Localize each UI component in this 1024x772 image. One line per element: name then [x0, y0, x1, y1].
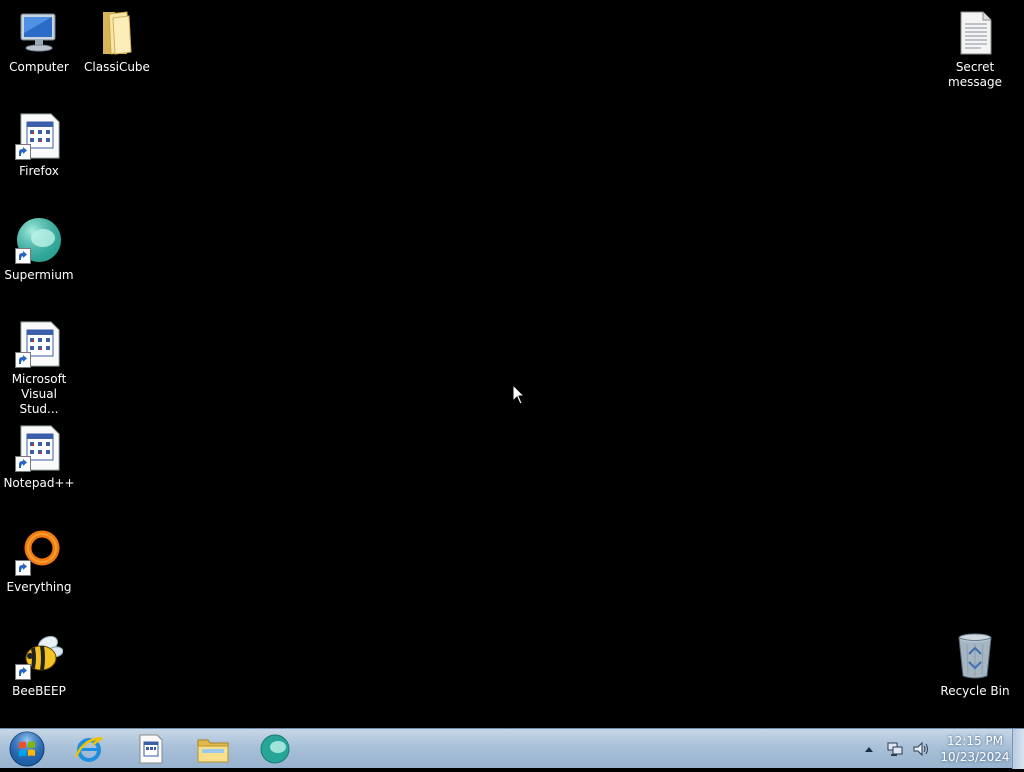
network-tray-button[interactable]: [886, 740, 904, 758]
show-hidden-icons-button[interactable]: [860, 740, 878, 758]
visual-studio-desktop-icon[interactable]: Microsoft Visual Stud...: [1, 320, 77, 417]
application-window-icon: [15, 112, 63, 160]
icon-label: BeeBEEP: [12, 684, 66, 698]
secret-message-desktop-icon[interactable]: Secret message: [937, 8, 1013, 90]
icon-label: Everything: [6, 580, 72, 594]
speaker-icon: [913, 741, 928, 757]
application-window-icon: [139, 734, 163, 764]
icon-label: ClassiCube: [84, 60, 150, 74]
clock-time: 12:15 PM: [947, 734, 1003, 748]
supermium-icon: [15, 216, 63, 264]
supermium-desktop-icon[interactable]: Supermium: [1, 216, 77, 283]
start-button[interactable]: [6, 730, 48, 768]
internet-explorer-icon: [74, 736, 103, 762]
network-icon: [887, 742, 903, 756]
desktop[interactable]: Computer ClassiCube Secret message Firef…: [0, 0, 1024, 728]
system-tray: 12:15 PM 10/23/2024: [856, 729, 1010, 769]
icon-label: Recycle Bin: [940, 684, 1010, 698]
recycle-bin-icon: [951, 632, 999, 680]
taskbar-clock[interactable]: 12:15 PM 10/23/2024: [940, 733, 1010, 765]
taskbar-supermium[interactable]: [248, 731, 302, 767]
application-window-icon: [15, 320, 63, 368]
windows-logo-icon: [9, 731, 45, 767]
icon-label: Computer: [9, 60, 69, 74]
everything-search-icon: [15, 528, 63, 576]
taskbar-internet-explorer[interactable]: [62, 731, 116, 767]
icon-label: Microsoft Visual Stud...: [11, 372, 67, 416]
icon-label: Supermium: [4, 268, 74, 282]
shortcut-arrow-icon: [15, 664, 31, 680]
chevron-up-icon: [865, 747, 873, 752]
icon-label: Firefox: [19, 164, 59, 178]
computer-desktop-icon[interactable]: Computer: [1, 8, 77, 75]
everything-desktop-icon[interactable]: Everything: [1, 528, 77, 595]
folder-icon: [93, 8, 141, 56]
classicube-desktop-icon[interactable]: ClassiCube: [79, 8, 155, 75]
text-document-icon: [951, 8, 999, 56]
taskbar: 12:15 PM 10/23/2024: [0, 728, 1024, 769]
clock-date: 10/23/2024: [940, 750, 1010, 764]
bee-icon: [15, 632, 64, 680]
recycle-bin-desktop-icon[interactable]: Recycle Bin: [937, 632, 1013, 699]
show-desktop-button[interactable]: [1012, 729, 1024, 769]
computer-icon: [15, 8, 63, 56]
folder-icon: [197, 739, 229, 763]
shortcut-arrow-icon: [15, 144, 31, 160]
taskbar-app-window[interactable]: [124, 731, 178, 767]
firefox-desktop-icon[interactable]: Firefox: [1, 112, 77, 179]
supermium-icon: [260, 734, 290, 764]
application-window-icon: [15, 424, 63, 472]
volume-tray-button[interactable]: [912, 740, 930, 758]
taskbar-file-explorer[interactable]: [186, 731, 240, 767]
shortcut-arrow-icon: [15, 248, 31, 264]
shortcut-arrow-icon: [15, 456, 31, 472]
shortcut-arrow-icon: [15, 560, 31, 576]
icon-label: Notepad++: [3, 476, 75, 490]
notepadpp-desktop-icon[interactable]: Notepad++: [1, 424, 77, 491]
beebeep-desktop-icon[interactable]: BeeBEEP: [1, 632, 77, 699]
icon-label: Secret message: [948, 60, 1002, 89]
shortcut-arrow-icon: [15, 352, 31, 368]
mouse-cursor-icon: [512, 384, 526, 405]
